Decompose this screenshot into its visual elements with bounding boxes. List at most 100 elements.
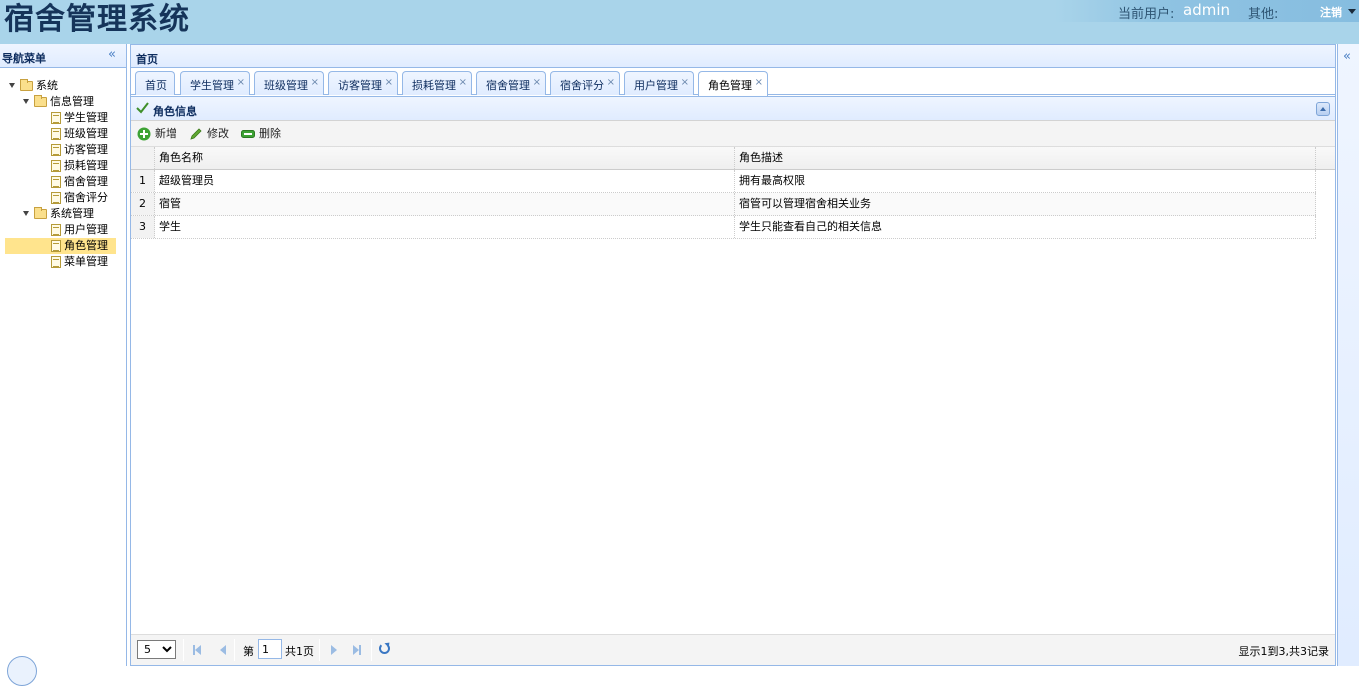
tree-label: 宿舍管理 (64, 175, 108, 188)
east-collapsed-panel: « (1337, 44, 1359, 666)
file-icon (51, 176, 61, 188)
delete-button[interactable]: 删除 (241, 125, 285, 143)
next-page-icon[interactable] (331, 645, 337, 655)
role-panel: 角色信息 新增 修改 删除 角色名称 角色描述 1 超级管理员 拥有最高权限 2… (131, 96, 1335, 665)
edit-button[interactable]: 修改 (189, 125, 233, 143)
collapse-panel-icon[interactable] (1316, 102, 1330, 116)
table-row[interactable]: 3 学生 学生只能查看自己的相关信息 (131, 216, 1316, 239)
role-datagrid: 角色名称 角色描述 1 超级管理员 拥有最高权限 2 宿管 宿管可以管理宿舍相关… (131, 147, 1335, 239)
cell-role-name: 学生 (155, 216, 735, 238)
column-header-role-desc[interactable]: 角色描述 (735, 147, 1316, 169)
file-icon (51, 128, 61, 140)
row-number: 1 (131, 170, 155, 192)
tree-node-sys-group[interactable]: 系统管理 (0, 206, 126, 222)
column-header-role-name[interactable]: 角色名称 (155, 147, 735, 169)
scrollbar-header-filler (1316, 147, 1334, 169)
page-size-select[interactable]: 5 (137, 640, 176, 659)
user-bar: 当前用户: admin 其他: 注销 (1055, 0, 1359, 22)
tab-label: 宿舍评分 (560, 79, 604, 92)
close-icon[interactable]: × (237, 77, 245, 88)
tab-student[interactable]: 学生管理 × (180, 71, 250, 95)
west-panel-header: 导航菜单 « (0, 44, 126, 68)
tree-node-info-group[interactable]: 信息管理 (0, 94, 126, 110)
collapse-west-icon[interactable]: « (108, 48, 116, 62)
add-icon (137, 127, 151, 141)
current-user-label: 当前用户: (1118, 7, 1175, 22)
close-icon[interactable]: × (533, 77, 541, 88)
tree-label: 访客管理 (64, 143, 108, 156)
pager-info: 显示1到3,共3记录 (1238, 645, 1330, 658)
tree-item-user[interactable]: 用户管理 (0, 222, 126, 238)
prev-page-icon[interactable] (220, 645, 226, 655)
page-number-input[interactable] (258, 639, 282, 659)
nav-menu-title: 导航菜单 (2, 52, 46, 65)
tree-item-role[interactable]: 角色管理 (5, 238, 116, 254)
expand-arrow-icon[interactable] (23, 211, 29, 216)
close-icon[interactable]: × (459, 77, 467, 88)
tab-label: 学生管理 (190, 79, 234, 92)
grid-toolbar: 新增 修改 删除 (131, 121, 1335, 147)
delete-label: 删除 (259, 127, 281, 140)
tree-label: 系统管理 (50, 207, 94, 220)
file-icon (51, 192, 61, 204)
first-page-icon[interactable] (193, 645, 201, 655)
page-total: 共1页 (285, 645, 314, 658)
app-header: 宿舍管理系统 当前用户: admin 其他: 注销 (0, 0, 1359, 44)
table-row[interactable]: 2 宿管 宿管可以管理宿舍相关业务 (131, 193, 1316, 216)
tab-visitor[interactable]: 访客管理 × (328, 71, 398, 95)
table-row[interactable]: 1 超级管理员 拥有最高权限 (131, 170, 1316, 193)
row-number: 3 (131, 216, 155, 238)
other-label: 其他: (1248, 7, 1279, 22)
tree-label: 宿舍评分 (64, 191, 108, 204)
tab-class[interactable]: 班级管理 × (254, 71, 324, 95)
west-nav-panel: 导航菜单 « 系统 信息管理 学生管理 班级管理 访客管理 损耗管理 宿舍管理 … (0, 44, 127, 666)
tree-item-visitor[interactable]: 访客管理 (0, 142, 126, 158)
close-icon[interactable]: × (755, 77, 763, 88)
tree-label: 角色管理 (64, 239, 108, 252)
tree-item-menu[interactable]: 菜单管理 (0, 254, 126, 270)
tab-label: 访客管理 (338, 79, 382, 92)
tree-item-dorm[interactable]: 宿舍管理 (0, 174, 126, 190)
tree-label: 用户管理 (64, 223, 108, 236)
edit-icon (190, 128, 202, 140)
folder-icon (34, 207, 47, 219)
close-icon[interactable]: × (681, 77, 689, 88)
logout-link[interactable]: 注销 (1320, 4, 1342, 20)
close-icon[interactable]: × (607, 77, 615, 88)
tree-node-root[interactable]: 系统 (0, 78, 126, 94)
tab-role[interactable]: 角色管理 × (698, 71, 768, 96)
add-button[interactable]: 新增 (137, 125, 181, 143)
expand-arrow-icon[interactable] (23, 99, 29, 104)
tab-dorm[interactable]: 宿舍管理 × (476, 71, 546, 95)
file-icon (51, 256, 61, 268)
check-icon (136, 102, 149, 114)
close-icon[interactable]: × (385, 77, 393, 88)
tree-item-dorm-score[interactable]: 宿舍评分 (0, 190, 126, 206)
tab-home[interactable]: 首页 (135, 71, 175, 95)
tree-item-loss[interactable]: 损耗管理 (0, 158, 126, 174)
tree-label: 系统 (36, 79, 58, 92)
tree-item-class[interactable]: 班级管理 (0, 126, 126, 142)
tab-user[interactable]: 用户管理 × (624, 71, 694, 95)
close-icon[interactable]: × (311, 77, 319, 88)
pager-separator (234, 639, 235, 661)
tree-item-student[interactable]: 学生管理 (0, 110, 126, 126)
edit-label: 修改 (207, 127, 229, 140)
tab-dorm-score[interactable]: 宿舍评分 × (550, 71, 620, 95)
tabs-bar: 首页 学生管理 × 班级管理 × 访客管理 × 损耗管理 × 宿舍管理 × 宿舍… (131, 68, 1335, 96)
expand-east-icon[interactable]: « (1343, 50, 1351, 64)
rownum-header (131, 147, 155, 169)
chevron-down-icon[interactable] (1348, 9, 1356, 14)
center-panel-header: 首页 (131, 45, 1335, 68)
last-page-icon[interactable] (353, 645, 361, 655)
cell-role-name: 超级管理员 (155, 170, 735, 192)
expand-arrow-icon[interactable] (9, 83, 15, 88)
file-icon (51, 160, 61, 172)
delete-icon (241, 130, 255, 138)
add-label: 新增 (155, 127, 177, 140)
tab-loss[interactable]: 损耗管理 × (402, 71, 472, 95)
tab-label: 损耗管理 (412, 79, 456, 92)
file-icon (51, 224, 61, 236)
refresh-icon[interactable] (379, 643, 390, 654)
cell-role-desc: 宿管可以管理宿舍相关业务 (735, 193, 1316, 215)
